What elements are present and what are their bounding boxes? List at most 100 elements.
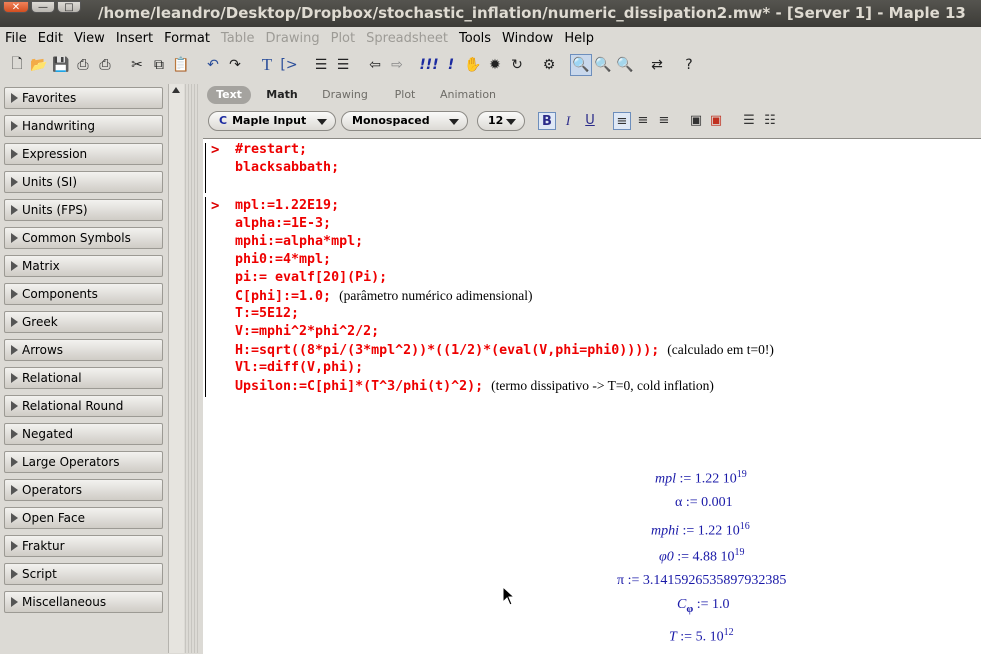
code-line[interactable]: V:=mphi^2*phi^2/2; <box>235 323 379 341</box>
save-icon[interactable]: 💾 <box>50 54 72 76</box>
worksheet[interactable]: > #restart; blacksabbath; > mpl:=1.22E19;… <box>203 138 981 654</box>
code-line[interactable]: blacksabbath; <box>235 159 339 177</box>
code-line[interactable]: C[phi]:=1.0; (parâmetro numérico adimensi… <box>235 287 533 306</box>
redo-icon[interactable]: ↷ <box>224 54 246 76</box>
help-icon[interactable]: ? <box>678 54 700 76</box>
menu-spreadsheet[interactable]: Spreadsheet <box>361 31 454 46</box>
palette-large-operators[interactable]: Large Operators <box>4 451 163 473</box>
tab-math[interactable]: Math <box>261 86 303 104</box>
code-text: pi:= evalf[20](Pi); <box>235 270 388 285</box>
code-line[interactable]: Upsilon:=C[phi]*(T^3/phi(t)^2); (termo di… <box>235 377 714 396</box>
palette-negated[interactable]: Negated <box>4 423 163 445</box>
code-line[interactable]: H:=sqrt((8*pi/(3*mpl^2))*((1/2)*(eval(V,… <box>235 341 774 360</box>
palette-matrix[interactable]: Matrix <box>4 255 163 277</box>
scroll-up-icon[interactable] <box>172 87 180 93</box>
menu-help[interactable]: Help <box>559 31 600 46</box>
palette-units-si[interactable]: Units (SI) <box>4 171 163 193</box>
palette-units-fps[interactable]: Units (FPS) <box>4 199 163 221</box>
menu-drawing[interactable]: Drawing <box>261 31 326 46</box>
toggle-icon[interactable]: ⇄ <box>646 54 668 76</box>
palette-script[interactable]: Script <box>4 563 163 585</box>
palette-common-symbols[interactable]: Common Symbols <box>4 227 163 249</box>
palette-handwriting[interactable]: Handwriting <box>4 115 163 137</box>
menu-file[interactable]: File <box>0 31 33 46</box>
forward-icon[interactable]: ⇨ <box>386 54 408 76</box>
palette-relational[interactable]: Relational <box>4 367 163 389</box>
input-mode-dropdown[interactable]: C Maple Input <box>208 111 336 131</box>
menu-table[interactable]: Table <box>216 31 261 46</box>
toolbar-separator <box>354 54 364 76</box>
zoom-in-icon[interactable]: 🔍 <box>592 54 614 76</box>
color-icon[interactable]: ▣ <box>687 112 705 130</box>
indent-icon[interactable]: ☰ <box>310 54 332 76</box>
align-right-icon[interactable]: ≡ <box>655 112 673 130</box>
tab-plot[interactable]: Plot <box>388 86 422 104</box>
minimize-window-button[interactable]: — <box>31 1 55 13</box>
menu-edit[interactable]: Edit <box>33 31 69 46</box>
new-icon[interactable]: 🗋 <box>6 54 28 76</box>
palette-fraktur[interactable]: Fraktur <box>4 535 163 557</box>
menu-tools[interactable]: Tools <box>454 31 497 46</box>
execute-icon[interactable]: ! <box>440 54 462 76</box>
print-preview-icon[interactable]: ⎙ <box>94 54 116 76</box>
open-icon[interactable]: 📂 <box>28 54 50 76</box>
palette-components[interactable]: Components <box>4 283 163 305</box>
bold-button[interactable]: B <box>538 112 556 130</box>
palette-scrollbar[interactable] <box>168 84 184 653</box>
panel-splitter[interactable] <box>185 84 199 653</box>
menu-format[interactable]: Format <box>159 31 216 46</box>
undo-icon[interactable]: ↶ <box>202 54 224 76</box>
menu-insert[interactable]: Insert <box>111 31 159 46</box>
palette-operators[interactable]: Operators <box>4 479 163 501</box>
code-line[interactable]: alpha:=1E-3; <box>235 215 331 233</box>
palette-greek[interactable]: Greek <box>4 311 163 333</box>
copy-icon[interactable]: ⧉ <box>148 54 170 76</box>
print-icon[interactable]: ⎙ <box>72 54 94 76</box>
italic-button[interactable]: I <box>559 112 577 130</box>
font-size-dropdown[interactable]: 12 <box>477 111 525 131</box>
code-line[interactable]: #restart; <box>235 141 307 159</box>
zoom-100-icon[interactable]: 🔍 <box>570 54 592 76</box>
numbered-list-icon[interactable]: ☷ <box>761 112 779 130</box>
font-dropdown[interactable]: Monospaced <box>341 111 468 131</box>
code-line[interactable]: pi:= evalf[20](Pi); <box>235 269 387 287</box>
stop-icon[interactable]: ✋ <box>462 54 484 76</box>
settings-icon[interactable]: ⚙ <box>538 54 560 76</box>
math-input-icon[interactable]: [> <box>278 54 300 76</box>
restart-icon[interactable]: ↻ <box>506 54 528 76</box>
palette-open-face[interactable]: Open Face <box>4 507 163 529</box>
menu-plot[interactable]: Plot <box>326 31 362 46</box>
palette-expression[interactable]: Expression <box>4 143 163 165</box>
code-line[interactable]: T:=5E12; <box>235 305 299 323</box>
align-left-icon[interactable]: ≡ <box>613 112 631 130</box>
execute-all-icon[interactable]: !!! <box>418 54 440 76</box>
back-icon[interactable]: ⇦ <box>364 54 386 76</box>
text-icon[interactable]: T <box>256 54 278 76</box>
align-center-icon[interactable]: ≡ <box>634 112 652 130</box>
menu-view[interactable]: View <box>69 31 111 46</box>
highlight-icon[interactable]: ▣ <box>707 112 725 130</box>
maximize-window-button[interactable]: □ <box>57 1 81 13</box>
code-line[interactable]: mphi:=alpha*mpl; <box>235 233 363 251</box>
code-line[interactable]: mpl:=1.22E19; <box>235 197 339 215</box>
tab-drawing[interactable]: Drawing <box>317 86 373 104</box>
outdent-icon[interactable]: ☰ <box>332 54 354 76</box>
palette-favorites[interactable]: Favorites <box>4 87 163 109</box>
underline-button[interactable]: U <box>581 112 599 130</box>
bullet-list-icon[interactable]: ☰ <box>740 112 758 130</box>
cut-icon[interactable]: ✂ <box>126 54 148 76</box>
menu-window[interactable]: Window <box>497 31 559 46</box>
debug-icon[interactable]: ✹ <box>484 54 506 76</box>
code-line[interactable]: Vl:=diff(V,phi); <box>235 359 363 377</box>
tab-text[interactable]: Text <box>207 86 251 104</box>
palette-relational-round[interactable]: Relational Round <box>4 395 163 417</box>
paste-icon[interactable]: 📋 <box>170 54 192 76</box>
palette-arrows[interactable]: Arrows <box>4 339 163 361</box>
menu-bar: File Edit View Insert Format Table Drawing Plot… <box>0 27 981 49</box>
tab-animation[interactable]: Animation <box>437 86 499 104</box>
code-line[interactable]: phi0:=4*mpl; <box>235 251 331 269</box>
palette-miscellaneous[interactable]: Miscellaneous <box>4 591 163 613</box>
close-window-button[interactable]: ✕ <box>3 1 29 13</box>
zoom-out-icon[interactable]: 🔍 <box>614 54 636 76</box>
palette-label: Relational Round <box>22 399 124 413</box>
